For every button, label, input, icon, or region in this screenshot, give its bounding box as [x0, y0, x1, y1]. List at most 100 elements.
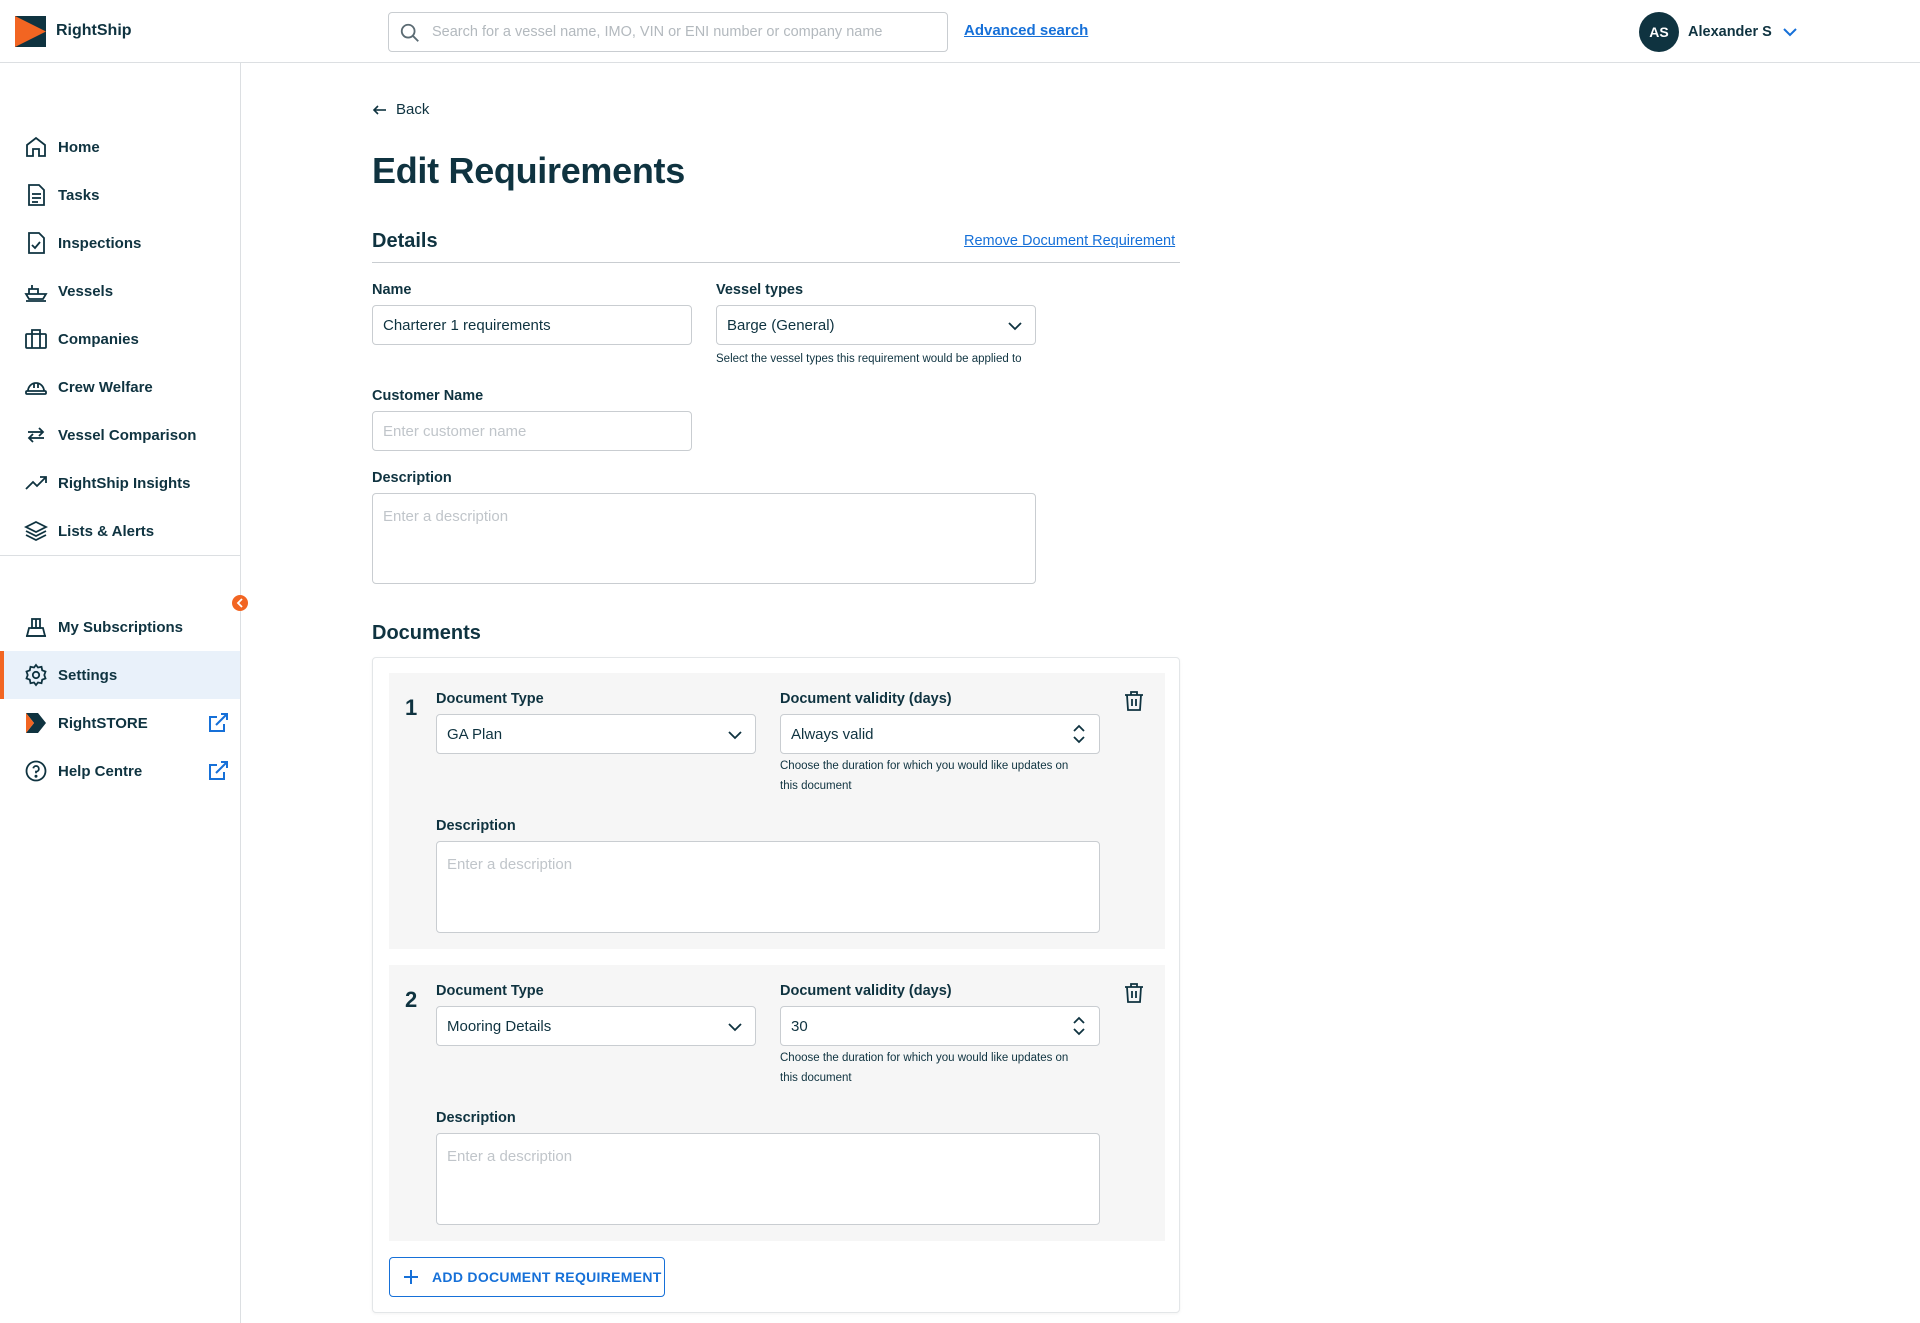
vessel-types-value: Barge (General)	[727, 317, 835, 334]
hint-line: this document	[780, 1072, 852, 1084]
vessel-types-select[interactable]: Barge (General)	[716, 305, 1036, 345]
name-field[interactable]	[372, 305, 692, 345]
sidebar-item-help-centre[interactable]: Help Centre	[0, 747, 240, 795]
user-name[interactable]: Alexander S	[1688, 24, 1772, 40]
arrow-left-icon	[372, 104, 386, 115]
sidebar-item-label: RightShip Insights	[58, 474, 191, 492]
sidebar-item-settings[interactable]: Settings	[0, 651, 240, 699]
document-type-select[interactable]: GA Plan	[436, 714, 756, 754]
sidebar-item-label: Lists & Alerts	[58, 522, 155, 540]
sidebar-item-lists-alerts[interactable]: Lists & Alerts	[0, 507, 240, 555]
sidebar-item-companies[interactable]: Companies	[0, 315, 240, 363]
page-title: Edit Requirements	[372, 150, 685, 191]
description-field[interactable]	[372, 493, 1036, 584]
vessel-types-hint: Select the vessel types this requirement…	[716, 353, 1022, 365]
top-bar: RightShip Advanced search AS Alexander S	[0, 0, 1920, 63]
helmet-icon	[25, 382, 47, 395]
sidebar-item-label: Crew Welfare	[58, 378, 153, 396]
document-validity-hint: Choose the duration for which you would …	[780, 1048, 1068, 1088]
details-divider	[372, 262, 1180, 263]
chevron-down-icon	[728, 1023, 742, 1032]
sidebar-item-inspections[interactable]: Inspections	[0, 219, 240, 267]
avatar[interactable]: AS	[1639, 12, 1679, 52]
back-link[interactable]: Back	[372, 101, 429, 118]
remove-document-requirement-link[interactable]: Remove Document Requirement	[964, 233, 1175, 249]
document-description-field[interactable]	[436, 841, 1100, 933]
document-type-label: Document Type	[436, 691, 544, 707]
customer-name-field[interactable]	[372, 411, 692, 451]
document-validity-stepper[interactable]: 30	[780, 1006, 1100, 1046]
document-number: 1	[405, 695, 418, 720]
compare-arrows-icon	[27, 427, 45, 443]
ship-icon	[24, 285, 48, 302]
document-validity-value: Always valid	[791, 726, 874, 743]
sidebar-item-label: Help Centre	[58, 762, 143, 780]
description-label: Description	[372, 470, 452, 486]
back-label[interactable]: Back	[396, 101, 429, 118]
document-requirement-1: 1 Document Type GA Plan Document validit…	[389, 673, 1165, 949]
sidebar-item-label: RightSTORE	[58, 714, 148, 732]
brand-name[interactable]: RightShip	[56, 22, 132, 40]
gear-icon	[25, 663, 47, 687]
sidebar-item-rightship-insights[interactable]: RightShip Insights	[0, 459, 240, 507]
document-description-label: Description	[436, 818, 516, 834]
sidebar-item-vessel-comparison[interactable]: Vessel Comparison	[0, 411, 240, 459]
vessel-types-label: Vessel types	[716, 282, 804, 298]
sidebar-item-label: Settings	[58, 666, 118, 684]
chevron-down-icon	[1008, 322, 1022, 331]
tasks-icon	[28, 184, 45, 206]
trash-icon[interactable]	[1122, 689, 1146, 713]
search-bar[interactable]	[388, 12, 948, 52]
sidebar-item-crew-welfare[interactable]: Crew Welfare	[0, 363, 240, 411]
sidebar-item-label: Tasks	[58, 186, 100, 204]
hint-line: this document	[780, 780, 852, 792]
document-number: 2	[405, 987, 418, 1012]
trend-up-icon	[25, 476, 47, 490]
document-validity-value: 30	[791, 1018, 808, 1035]
sidebar-item-my-subscriptions[interactable]: My Subscriptions	[0, 603, 240, 651]
trash-icon[interactable]	[1122, 981, 1146, 1005]
details-heading: Details	[372, 230, 438, 252]
inspections-icon	[28, 232, 45, 254]
chevron-down-icon[interactable]	[1782, 24, 1798, 40]
search-icon	[400, 23, 419, 42]
sidebar: Home Tasks Inspections Vessels Companies…	[0, 63, 248, 1323]
document-type-select[interactable]: Mooring Details	[436, 1006, 756, 1046]
chevron-down-icon	[728, 731, 742, 740]
layers-icon	[24, 520, 48, 542]
sidebar-divider	[0, 555, 240, 556]
document-type-value: GA Plan	[447, 726, 503, 743]
document-type-label: Document Type	[436, 983, 544, 999]
document-validity-hint: Choose the duration for which you would …	[780, 756, 1068, 796]
rightship-logo-icon[interactable]	[15, 16, 46, 47]
sidebar-item-rightstore[interactable]: RightSTORE	[0, 699, 240, 747]
document-type-value: Mooring Details	[447, 1018, 552, 1035]
sidebar-item-vessels[interactable]: Vessels	[0, 267, 240, 315]
plus-icon	[404, 1270, 418, 1284]
document-validity-stepper[interactable]: Always valid	[780, 714, 1100, 754]
user-menu[interactable]: AS Alexander S	[1639, 12, 1798, 52]
sidebar-item-label: Home	[58, 138, 100, 156]
documents-card: 1 Document Type GA Plan Document validit…	[372, 657, 1180, 1313]
home-icon	[26, 136, 46, 157]
name-label: Name	[372, 282, 412, 298]
chevron-up-down-icon[interactable]	[1071, 1015, 1087, 1037]
document-validity-label: Document validity (days)	[780, 983, 952, 999]
sidebar-item-label: Inspections	[58, 234, 142, 252]
external-link-icon[interactable]	[206, 711, 230, 735]
document-requirement-2: 2 Document Type Mooring Details Document…	[389, 965, 1165, 1241]
sidebar-item-tasks[interactable]: Tasks	[0, 171, 240, 219]
sidebar-item-home[interactable]: Home	[0, 123, 240, 171]
sidebar-item-label: Companies	[58, 330, 139, 348]
document-description-field[interactable]	[436, 1133, 1100, 1225]
hint-line: Choose the duration for which you would …	[780, 760, 1069, 772]
chevron-up-down-icon[interactable]	[1071, 723, 1087, 745]
advanced-search-link[interactable]: Advanced search	[964, 22, 1088, 39]
document-description-label: Description	[436, 1110, 516, 1126]
search-input[interactable]	[432, 13, 937, 51]
documents-heading: Documents	[372, 622, 481, 644]
briefcase-icon	[25, 329, 47, 349]
add-document-requirement-button[interactable]: ADD DOCUMENT REQUIREMENT	[389, 1257, 665, 1297]
external-link-icon[interactable]	[206, 759, 230, 783]
customer-name-label: Customer Name	[372, 388, 484, 404]
